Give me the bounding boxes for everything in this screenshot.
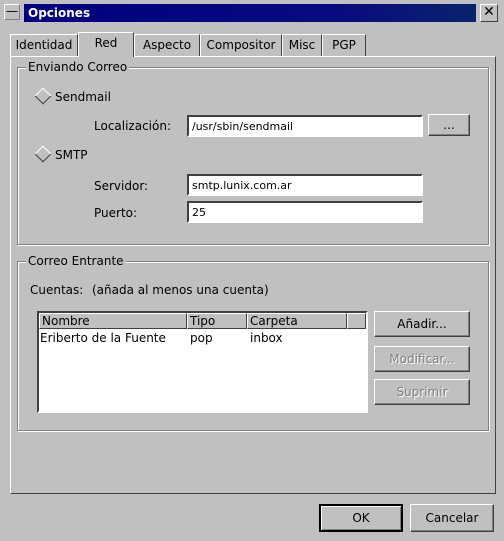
accounts-hint: (añada al menos una cuenta): [92, 283, 269, 297]
accounts-label: Cuentas:: [30, 283, 84, 297]
delete-account-button[interactable]: Suprimir: [374, 379, 470, 405]
column-header-filler: [347, 313, 366, 329]
accounts-list[interactable]: Nombre Tipo Carpeta Eriberto de la Fuent…: [37, 311, 368, 413]
account-folder: inbox: [250, 331, 283, 345]
column-header-carpeta[interactable]: Carpeta: [247, 313, 347, 329]
port-input[interactable]: [187, 201, 423, 223]
sending-group: Enviando Correo Sendmail Localización: .…: [17, 60, 489, 245]
sending-group-label: Enviando Correo: [26, 60, 130, 74]
column-header-tipo[interactable]: Tipo: [187, 313, 247, 329]
server-input[interactable]: [187, 174, 423, 196]
account-name: Eriberto de la Fuente: [40, 331, 166, 345]
add-account-button[interactable]: Añadir...: [374, 311, 470, 337]
ok-button[interactable]: OK: [319, 504, 403, 532]
window-title: Opciones: [24, 4, 476, 22]
accounts-list-header: Nombre Tipo Carpeta: [39, 313, 366, 329]
incoming-group: Correo Entrante Cuentas: (añada al menos…: [17, 254, 489, 431]
tab-compositor[interactable]: Compositor: [200, 34, 282, 56]
title-bar: — Opciones ✕: [0, 0, 504, 26]
tab-identidad[interactable]: Identidad: [10, 34, 78, 56]
modify-account-button[interactable]: Modificar...: [374, 346, 470, 372]
table-row[interactable]: Eriberto de la Fuente pop inbox: [39, 330, 366, 346]
window-menu-icon[interactable]: —: [4, 4, 20, 20]
column-header-nombre[interactable]: Nombre: [39, 313, 187, 329]
sendmail-radio[interactable]: [34, 87, 52, 105]
smtp-radio[interactable]: [34, 145, 52, 163]
close-icon[interactable]: ✕: [480, 4, 498, 22]
account-type: pop: [190, 331, 213, 345]
server-label: Servidor:: [94, 179, 149, 193]
port-label: Puerto:: [94, 206, 138, 220]
tab-red[interactable]: Red: [78, 32, 134, 57]
smtp-label: SMTP: [55, 148, 88, 162]
sendmail-label: Sendmail: [55, 90, 111, 104]
location-input[interactable]: [187, 115, 423, 137]
location-label: Localización:: [94, 119, 172, 133]
tab-misc[interactable]: Misc: [282, 34, 322, 56]
tab-pgp[interactable]: PGP: [322, 34, 366, 56]
cancel-button[interactable]: Cancelar: [410, 504, 494, 532]
browse-button[interactable]: ...: [428, 114, 470, 136]
incoming-group-label: Correo Entrante: [26, 254, 126, 268]
tab-panel-red: Enviando Correo Sendmail Localización: .…: [10, 56, 496, 494]
tab-aspecto[interactable]: Aspecto: [134, 34, 200, 56]
